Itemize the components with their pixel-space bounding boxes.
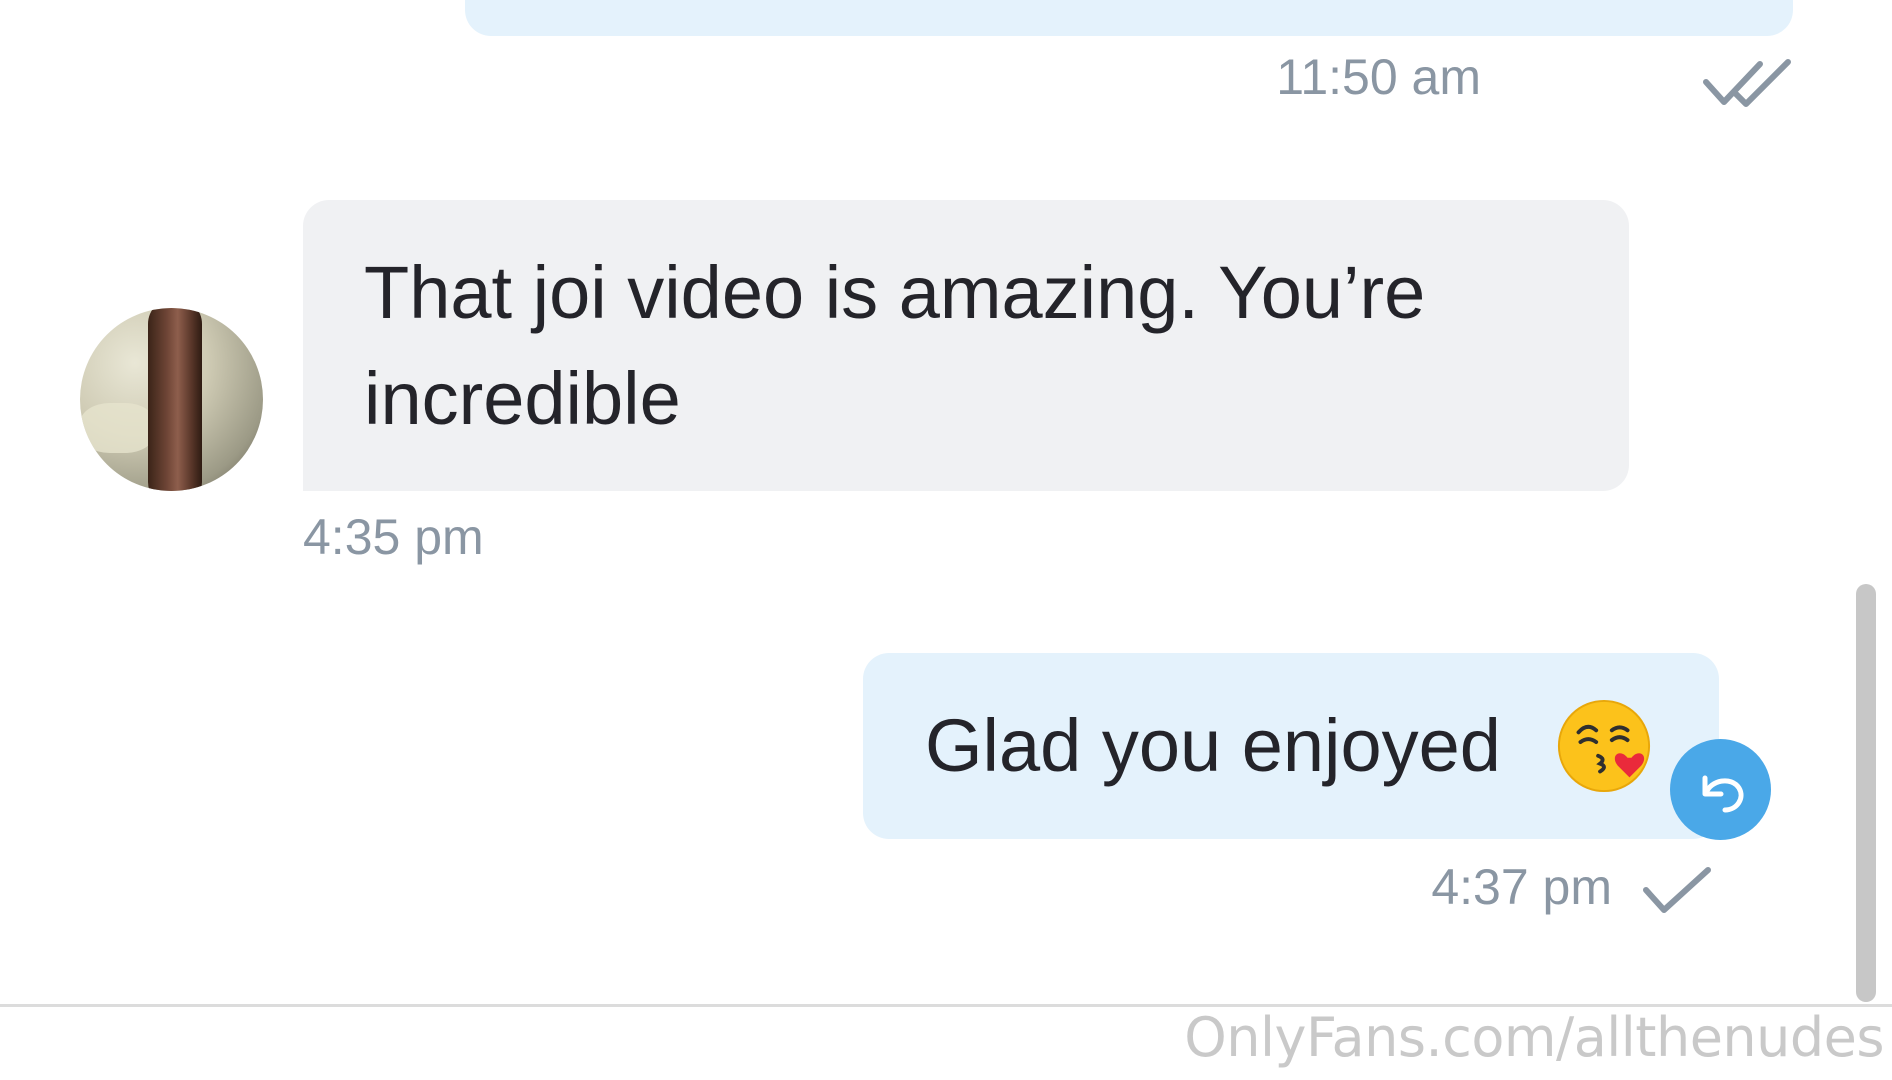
check-icon: [1643, 867, 1711, 913]
incoming-message-bubble[interactable]: That joi video is amazing. You’re incred…: [303, 200, 1629, 491]
avatar[interactable]: [80, 308, 263, 491]
face-blowing-a-kiss-emoji: [1557, 699, 1651, 793]
previous-message-timestamp: 11:50 am: [1276, 49, 1481, 105]
scrollbar[interactable]: [1856, 584, 1876, 1002]
undo-icon: [1702, 775, 1744, 812]
incoming-message-timestamp: 4:35 pm: [303, 509, 484, 565]
undo-button[interactable]: [1670, 739, 1771, 840]
incoming-message-text: That joi video is amazing. You’re incred…: [364, 251, 1426, 440]
watermark: OnlyFans.com/allthenudes: [1184, 1006, 1884, 1069]
previous-outgoing-bubble[interactable]: [465, 0, 1793, 36]
double-check-icon: [1703, 59, 1791, 107]
chat-screen: 11:50 am That joi video is amazing. You’…: [0, 0, 1892, 1080]
outgoing-message-text: Glad you enjoyed: [925, 704, 1501, 787]
outgoing-message-timestamp: 4:37 pm: [1431, 859, 1612, 915]
